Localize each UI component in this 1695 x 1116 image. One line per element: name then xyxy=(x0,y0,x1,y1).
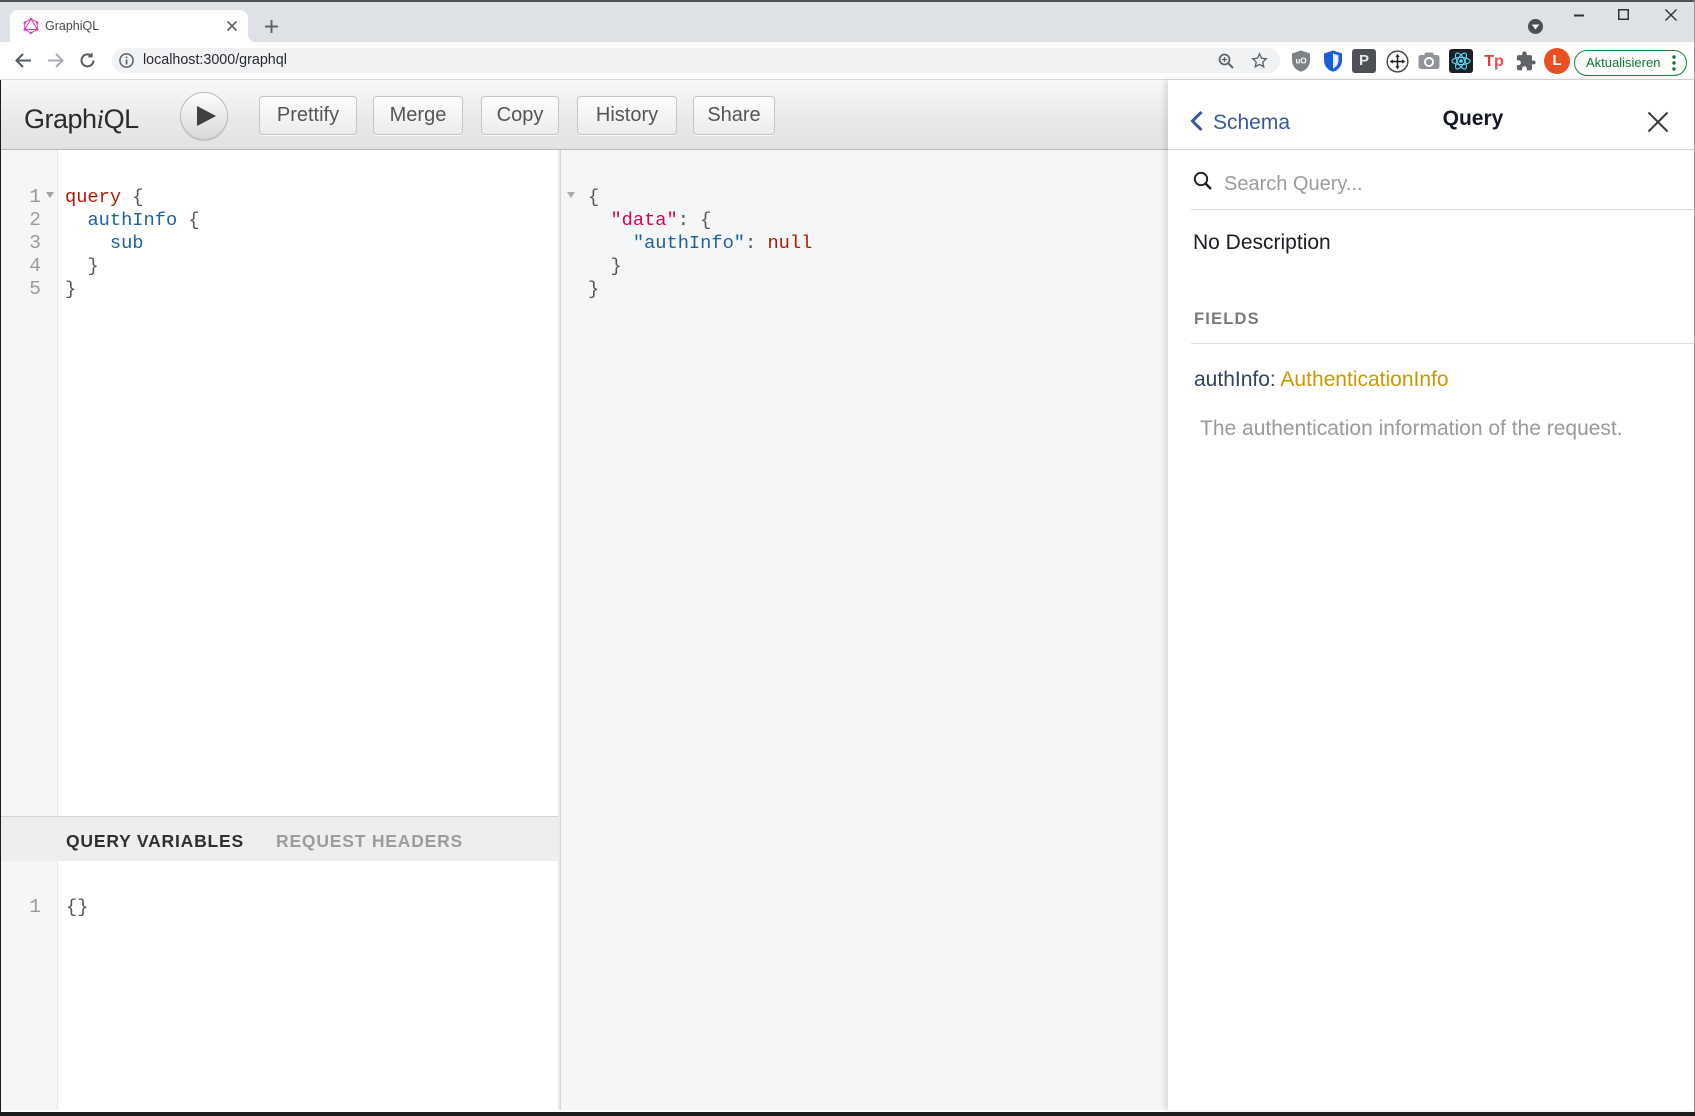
svg-text:uO: uO xyxy=(1295,57,1306,66)
